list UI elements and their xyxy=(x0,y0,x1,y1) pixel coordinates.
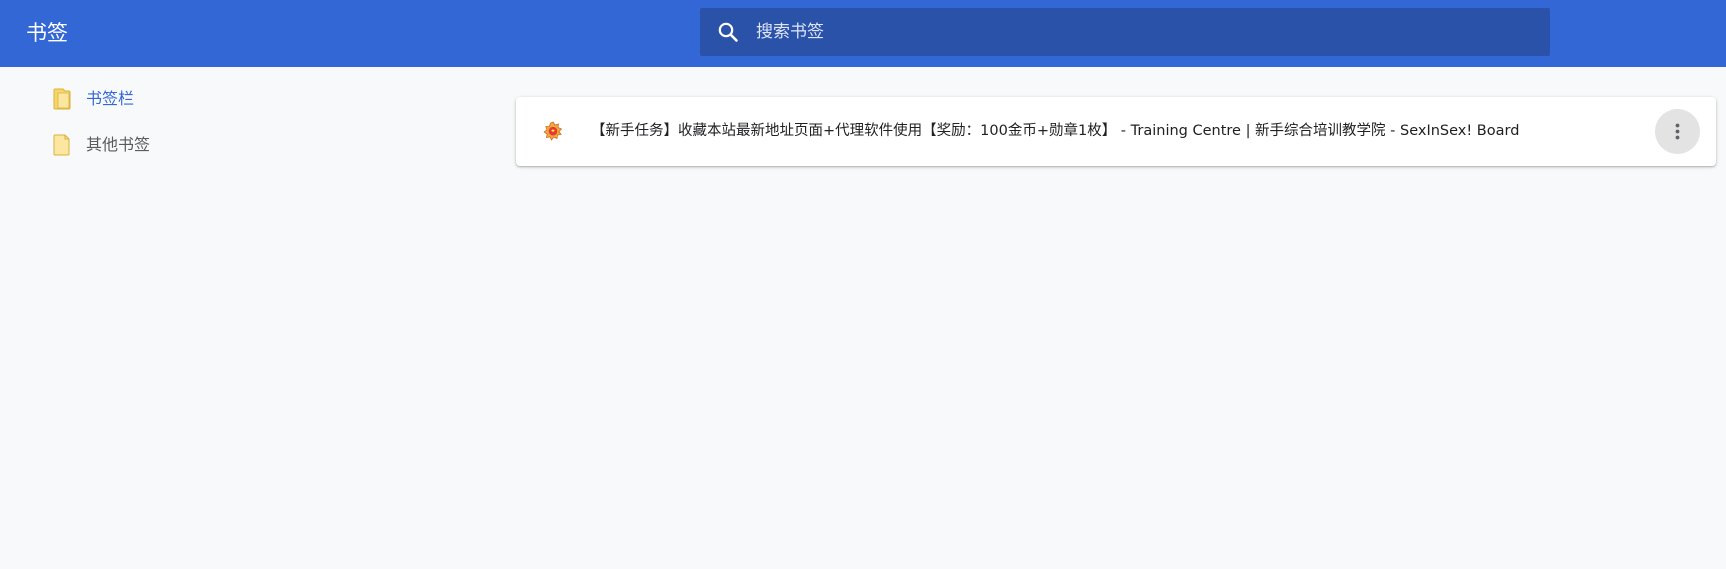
search-icon xyxy=(716,20,740,44)
sidebar-item-other-bookmarks[interactable]: 其他书签 xyxy=(52,132,150,158)
search-box[interactable] xyxy=(700,8,1550,56)
folder-open-icon xyxy=(52,87,72,111)
sidebar-item-bookmarks-bar[interactable]: 书签栏 xyxy=(52,86,134,112)
bookmark-title: 【新手任务】收藏本站最新地址页面+代理软件使用【奖励：100金币+勋章1枚】 -… xyxy=(591,123,1520,139)
sidebar-item-label: 书签栏 xyxy=(86,89,135,108)
toolbar: 书签 xyxy=(0,0,1726,67)
more-actions-button[interactable] xyxy=(1655,109,1700,154)
search-input[interactable] xyxy=(756,8,1516,56)
sidebar-item-label: 其他书签 xyxy=(86,135,151,154)
bookmark-list-card: 【新手任务】收藏本站最新地址页面+代理软件使用【奖励：100金币+勋章1枚】 -… xyxy=(516,97,1716,166)
bookmark-row[interactable]: 【新手任务】收藏本站最新地址页面+代理软件使用【奖励：100金币+勋章1枚】 -… xyxy=(516,97,1716,166)
page-title: 书签 xyxy=(26,21,68,45)
site-favicon xyxy=(543,121,563,141)
more-vert-icon xyxy=(1675,123,1680,140)
folder-icon xyxy=(52,133,72,157)
